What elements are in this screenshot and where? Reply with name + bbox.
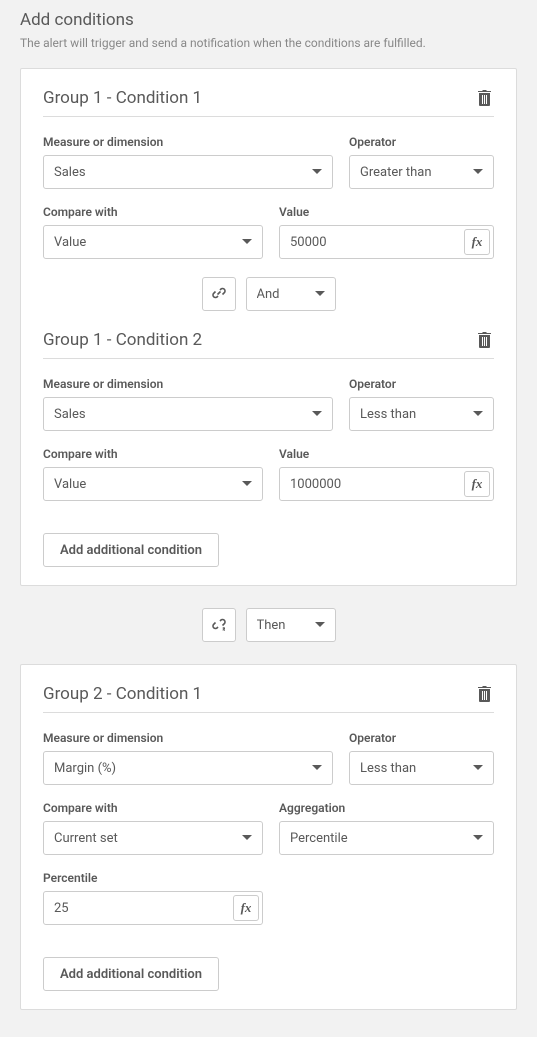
group-connector-select[interactable]: Then — [246, 608, 336, 642]
delete-condition-button[interactable] — [475, 87, 494, 108]
operator-label: Operator — [349, 731, 494, 745]
measure-label: Measure or dimension — [43, 731, 333, 745]
compare-select[interactable]: Value — [43, 467, 263, 501]
condition-header: Group 1 - Condition 1 — [43, 87, 494, 117]
compare-label: Compare with — [43, 205, 263, 219]
group-1-card: Group 1 - Condition 1 Measure or dimensi… — [20, 68, 517, 586]
compare-label: Compare with — [43, 801, 263, 815]
condition-header: Group 1 - Condition 2 — [43, 329, 494, 359]
trash-icon — [477, 331, 492, 348]
delete-condition-button[interactable] — [475, 683, 494, 704]
compare-select[interactable]: Value — [43, 225, 263, 259]
page-title: Add conditions — [20, 10, 517, 30]
fx-icon: fx — [472, 234, 483, 250]
fx-button[interactable]: fx — [464, 229, 490, 255]
group1-condition2: Group 1 - Condition 2 Measure or dimensi… — [43, 329, 494, 501]
group-2-card: Group 2 - Condition 1 Measure or dimensi… — [20, 664, 517, 1010]
aggregation-select[interactable]: Percentile — [279, 821, 494, 855]
percentile-input[interactable] — [43, 891, 263, 925]
unlink-button[interactable] — [202, 608, 236, 642]
add-condition-button[interactable]: Add additional condition — [43, 533, 219, 567]
group1-condition1: Group 1 - Condition 1 Measure or dimensi… — [43, 87, 494, 259]
operator-select[interactable]: Greater than — [349, 155, 494, 189]
connector-select[interactable]: And — [246, 277, 336, 311]
value-label: Value — [279, 205, 494, 219]
link-icon — [211, 285, 227, 304]
measure-label: Measure or dimension — [43, 135, 333, 149]
value-input[interactable] — [279, 225, 494, 259]
fx-button[interactable]: fx — [233, 895, 259, 921]
value-label: Value — [279, 447, 494, 461]
measure-select[interactable]: Margin (%) — [43, 751, 333, 785]
fx-icon: fx — [472, 476, 483, 492]
group2-condition1: Group 2 - Condition 1 Measure or dimensi… — [43, 683, 494, 925]
operator-select[interactable]: Less than — [349, 751, 494, 785]
link-button[interactable] — [202, 277, 236, 311]
operator-label: Operator — [349, 377, 494, 391]
percentile-label: Percentile — [43, 871, 263, 885]
compare-label: Compare with — [43, 447, 263, 461]
trash-icon — [477, 685, 492, 702]
page-subtitle: The alert will trigger and send a notifi… — [20, 36, 517, 50]
inner-connector-row: And — [43, 277, 494, 311]
measure-select[interactable]: Sales — [43, 397, 333, 431]
delete-condition-button[interactable] — [475, 329, 494, 350]
condition-title: Group 1 - Condition 1 — [43, 88, 202, 108]
aggregation-label: Aggregation — [279, 801, 494, 815]
condition-title: Group 2 - Condition 1 — [43, 684, 202, 704]
condition-header: Group 2 - Condition 1 — [43, 683, 494, 713]
measure-select[interactable]: Sales — [43, 155, 333, 189]
outer-connector-row: Then — [20, 608, 517, 642]
add-condition-button[interactable]: Add additional condition — [43, 957, 219, 991]
condition-title: Group 1 - Condition 2 — [43, 330, 202, 350]
compare-select[interactable]: Current set — [43, 821, 263, 855]
fx-icon: fx — [241, 900, 252, 916]
unlink-icon — [211, 616, 227, 635]
operator-label: Operator — [349, 135, 494, 149]
value-input[interactable] — [279, 467, 494, 501]
fx-button[interactable]: fx — [464, 471, 490, 497]
operator-select[interactable]: Less than — [349, 397, 494, 431]
measure-label: Measure or dimension — [43, 377, 333, 391]
trash-icon — [477, 89, 492, 106]
